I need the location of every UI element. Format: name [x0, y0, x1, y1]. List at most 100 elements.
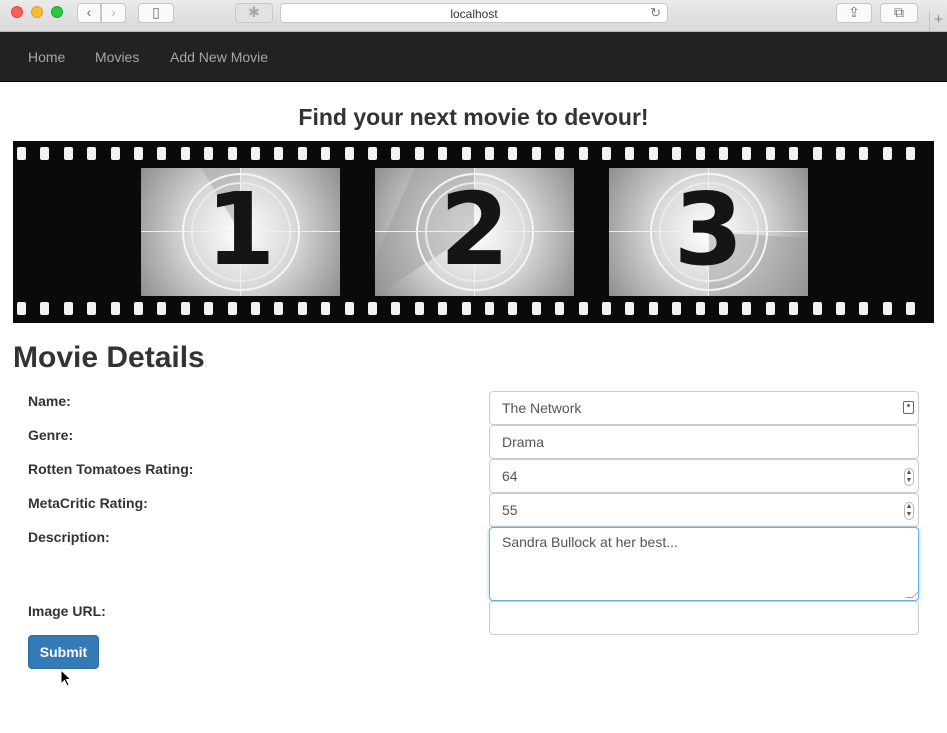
description-value: Sandra Bullock at her best... — [502, 534, 678, 550]
film-perforation — [297, 302, 307, 315]
film-perforation — [391, 147, 401, 160]
film-perforation — [742, 147, 752, 160]
film-frame-3: 3 — [609, 168, 808, 296]
film-perforation — [906, 302, 916, 315]
perforation-row-top — [13, 147, 934, 161]
film-perforation — [110, 147, 120, 160]
film-perforation — [859, 302, 869, 315]
back-button[interactable]: ‹ — [77, 3, 101, 23]
show-tabs-button[interactable]: ⧉ — [880, 3, 918, 23]
puzzle-icon: ✱ — [248, 4, 260, 20]
tabs-icon: ⧉ — [894, 4, 904, 20]
film-perforation — [836, 147, 845, 160]
film-perforation — [812, 147, 822, 160]
film-perforation — [508, 302, 518, 315]
rotten-tomatoes-input[interactable]: 64 ▲ ▼ — [489, 459, 919, 493]
number-stepper-icon[interactable]: ▲ ▼ — [904, 468, 914, 486]
film-perforation — [742, 302, 752, 315]
name-input[interactable]: The Network — [489, 391, 919, 425]
film-perforation — [882, 147, 892, 160]
film-perforation — [765, 302, 775, 315]
film-perforation — [40, 302, 50, 315]
film-perforation — [110, 302, 120, 315]
nav-link-movies[interactable]: Movies — [95, 49, 139, 65]
film-perforation — [719, 147, 728, 160]
description-textarea[interactable]: Sandra Bullock at her best... — [489, 527, 920, 601]
metacritic-value: 55 — [502, 502, 518, 518]
extension-button[interactable]: ✱ — [235, 3, 273, 23]
film-perforation — [648, 147, 658, 160]
name-value: The Network — [502, 400, 582, 416]
film-perforation — [63, 147, 73, 160]
genre-value: Drama — [502, 434, 545, 450]
image-url-input[interactable] — [489, 601, 919, 635]
plus-icon: + — [934, 11, 943, 28]
submit-button[interactable]: Submit — [28, 635, 99, 669]
genre-input[interactable]: Drama — [489, 425, 919, 459]
minimize-window-button[interactable] — [31, 6, 43, 18]
film-perforation — [789, 302, 799, 315]
film-perforation — [531, 302, 541, 315]
film-perforation — [882, 302, 892, 315]
film-perforation — [297, 147, 307, 160]
film-perforation — [274, 302, 284, 315]
film-perforation — [414, 302, 424, 315]
film-perforation — [414, 147, 424, 160]
perforation-row-bottom — [13, 302, 934, 316]
forward-button[interactable]: › — [101, 3, 126, 23]
film-perforation — [602, 302, 611, 315]
film-perforation — [63, 302, 73, 315]
film-perforation — [836, 302, 845, 315]
nav-link-home[interactable]: Home — [28, 49, 65, 65]
reload-icon[interactable]: ↻ — [650, 5, 661, 21]
film-perforation — [321, 302, 331, 315]
rotten-tomatoes-label: Rotten Tomatoes Rating: — [28, 461, 194, 477]
chevron-right-icon: › — [111, 4, 116, 20]
film-perforation — [134, 147, 143, 160]
film-perforation — [251, 147, 260, 160]
film-perforation — [344, 302, 354, 315]
film-frame-1: 1 — [141, 168, 340, 296]
page-tagline: Find your next movie to devour! — [298, 104, 649, 130]
address-bar[interactable]: localhost ↻ — [280, 3, 668, 23]
film-perforation — [648, 302, 658, 315]
name-label: Name: — [28, 393, 71, 409]
film-perforation — [555, 147, 565, 160]
film-perforation — [134, 302, 143, 315]
film-perforation — [578, 147, 588, 160]
film-perforation — [40, 147, 50, 160]
share-button[interactable]: ⇪ — [836, 3, 872, 23]
genre-label: Genre: — [28, 427, 74, 443]
film-perforation — [461, 147, 471, 160]
film-perforation — [555, 302, 565, 315]
film-perforation — [531, 147, 541, 160]
image-url-label: Image URL: — [28, 603, 106, 619]
rotten-tomatoes-value: 64 — [502, 468, 518, 484]
browser-toolbar: ‹ › ▯ ✱ localhost ↻ ⇪ ⧉ + — [0, 0, 947, 32]
film-perforation — [180, 302, 190, 315]
film-perforation — [625, 147, 635, 160]
countdown-digit: 3 — [673, 171, 744, 288]
top-navbar: Home Movies Add New Movie — [0, 32, 947, 82]
film-perforation — [695, 302, 705, 315]
nav-link-add-new-movie[interactable]: Add New Movie — [170, 49, 268, 65]
film-perforation — [157, 302, 167, 315]
countdown-digit: 2 — [439, 171, 510, 288]
film-perforation — [87, 147, 97, 160]
number-stepper-icon[interactable]: ▲ ▼ — [904, 502, 914, 520]
film-frame-2: 2 — [375, 168, 574, 296]
resize-handle-icon[interactable] — [905, 591, 920, 598]
film-perforation — [625, 302, 635, 315]
new-tab-button[interactable]: + — [929, 11, 947, 31]
metacritic-input[interactable]: 55 ▲ ▼ — [489, 493, 919, 527]
fullscreen-window-button[interactable] — [51, 6, 63, 18]
film-perforation — [344, 147, 354, 160]
film-perforation — [578, 302, 588, 315]
share-icon: ⇪ — [848, 4, 860, 20]
sidebar-toggle-button[interactable]: ▯ — [138, 3, 174, 23]
close-window-button[interactable] — [11, 6, 23, 18]
film-perforation — [695, 147, 705, 160]
film-perforation — [87, 302, 97, 315]
film-perforation — [180, 147, 190, 160]
contact-card-icon[interactable] — [903, 401, 914, 414]
